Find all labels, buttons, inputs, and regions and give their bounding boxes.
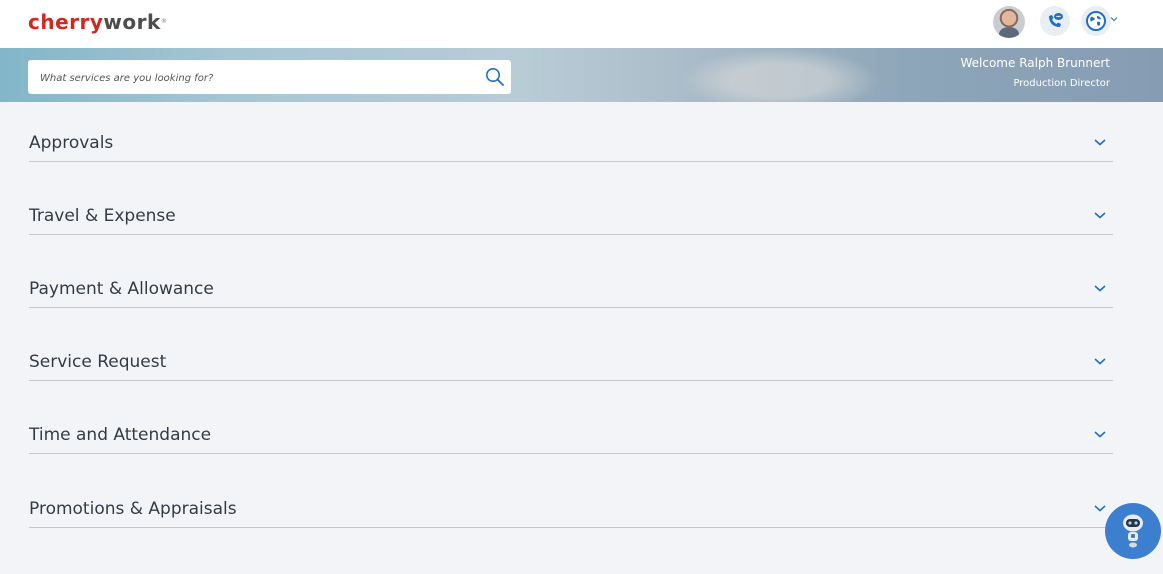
section-travel-expense[interactable]: Travel & Expense [29,204,1113,235]
section-title: Payment & Allowance [29,279,214,299]
search-input[interactable] [38,60,472,96]
section-promotions-appraisals[interactable]: Promotions & Appraisals [29,497,1113,528]
section-payment-allowance[interactable]: Payment & Allowance [29,277,1113,308]
section-service-request[interactable]: Service Request [29,350,1113,381]
section-title: Approvals [29,133,114,153]
cherrywork-logo[interactable]: cherrywork® [28,9,167,35]
welcome-panel: Welcome Ralph Brunnert Production Direct… [960,56,1110,91]
globe-icon[interactable] [1081,6,1111,36]
chevron-down-icon [1094,431,1106,438]
top-bar: cherrywork® [0,0,1163,48]
chatbot-button[interactable] [1105,503,1161,559]
search-button[interactable] [484,66,506,88]
section-title: Service Request [29,352,167,372]
section-title: Travel & Expense [29,206,176,226]
user-avatar[interactable] [993,6,1025,38]
search-icon [486,68,504,86]
chevron-down-icon[interactable] [1110,15,1118,23]
chevron-down-icon [1094,358,1106,365]
section-approvals[interactable]: Approvals [29,131,1113,162]
user-role: Production Director [1013,78,1110,89]
chevron-down-icon [1094,285,1106,292]
section-title: Promotions & Appraisals [29,499,237,519]
logo-text-cherry: cherry [28,10,104,34]
service-search-box[interactable] [28,60,511,96]
section-time-attendance[interactable]: Time and Attendance [29,423,1113,454]
chevron-down-icon [1094,505,1106,512]
section-title: Time and Attendance [29,425,212,445]
phone-chat-icon[interactable] [1040,6,1070,36]
banner-background-image [680,48,880,102]
welcome-greeting: Welcome Ralph Brunnert [960,56,1110,70]
chevron-down-icon [1094,139,1106,146]
robot-icon [1123,514,1143,548]
logo-registered-mark: ® [160,18,168,25]
chevron-down-icon [1094,212,1106,219]
logo-text-work: work [103,10,161,34]
